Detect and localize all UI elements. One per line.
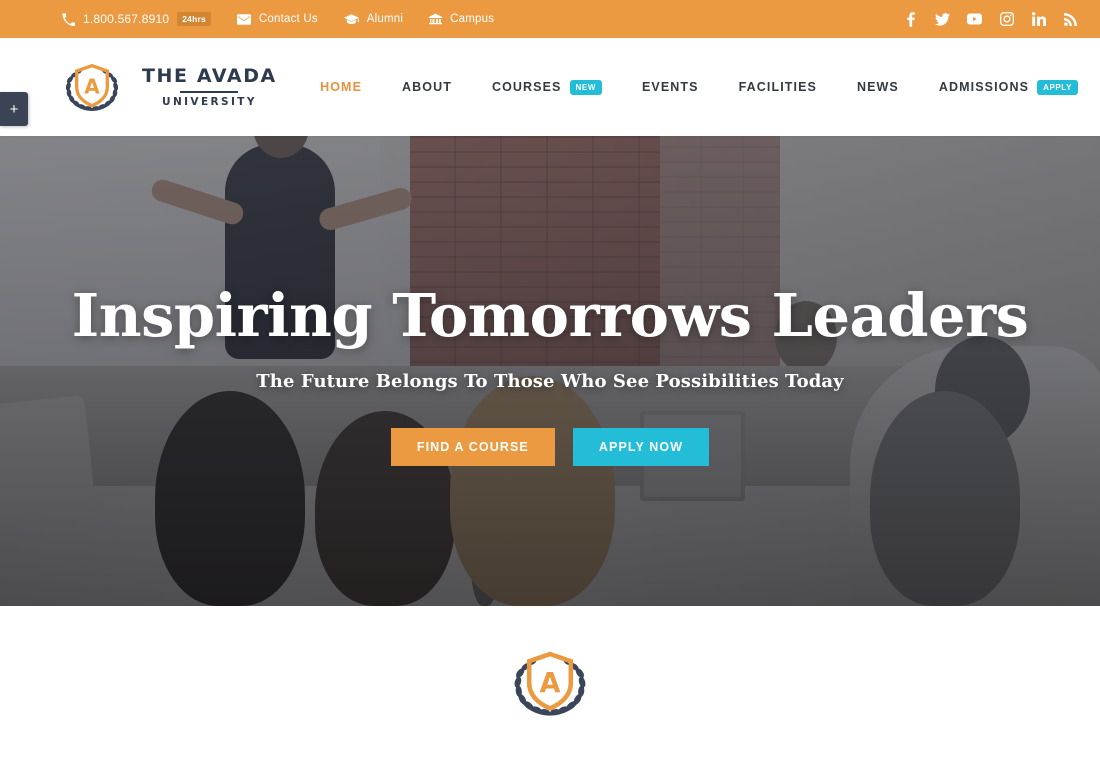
nav-label: FACILITIES	[738, 80, 817, 94]
nav-item-courses[interactable]: COURSES NEW	[491, 79, 602, 95]
side-panel-toggle[interactable]: +	[0, 92, 28, 126]
top-bar-contact-group: 1.800.567.8910 24hrs Contact Us Alumni C…	[62, 12, 520, 26]
top-bar-link-label: Contact Us	[258, 13, 318, 25]
logo-divider	[180, 91, 239, 93]
hero-title: Inspiring Tomorrows Leaders	[71, 281, 1029, 350]
site-header: A THE AVADA UNIVERSITY HOME ABOUT COURSE…	[0, 38, 1100, 136]
laurel-shield-a-logo-icon: A	[504, 645, 596, 721]
top-bar: 1.800.567.8910 24hrs Contact Us Alumni C…	[0, 0, 1100, 38]
phone-icon	[62, 12, 75, 26]
find-a-course-button[interactable]: FIND A COURSE	[390, 428, 555, 466]
top-bar-link-contact-us[interactable]: Contact Us	[236, 13, 318, 25]
nav-label: HOME	[320, 80, 363, 94]
nav-label: NEWS	[856, 80, 899, 94]
site-logo[interactable]: A THE AVADA UNIVERSITY	[58, 59, 277, 115]
top-bar-phone[interactable]: 1.800.567.8910 24hrs	[62, 12, 211, 26]
nav-item-news[interactable]: NEWS	[857, 80, 899, 94]
laurel-shield-a-logo-icon: A	[58, 59, 126, 115]
plus-icon: +	[9, 100, 19, 118]
logo-title: THE AVADA	[142, 65, 277, 88]
nav-label: ABOUT	[402, 80, 452, 94]
nav-item-events[interactable]: EVENTS	[642, 80, 699, 94]
social-links	[903, 11, 1078, 27]
graduation-cap-icon	[343, 13, 359, 25]
nav-label: EVENTS	[641, 80, 699, 94]
nav-label: ADMISSIONS	[938, 80, 1030, 94]
nav-item-about[interactable]: ABOUT	[402, 80, 452, 94]
svg-text:A: A	[540, 668, 561, 699]
facebook-icon[interactable]	[903, 11, 918, 27]
rss-icon[interactable]	[1063, 12, 1078, 27]
svg-text:A: A	[84, 75, 100, 99]
page-root: 1.800.567.8910 24hrs Contact Us Alumni C…	[0, 0, 1100, 770]
top-bar-link-alumni[interactable]: Alumni	[343, 13, 404, 25]
instagram-icon[interactable]	[999, 12, 1014, 27]
logo-subtitle: UNIVERSITY	[162, 95, 257, 108]
hero-section: Inspiring Tomorrows Leaders The Future B…	[0, 136, 1100, 606]
top-bar-link-campus[interactable]: Campus	[429, 13, 494, 26]
top-bar-link-label: Alumni	[366, 13, 404, 25]
nav-badge-new: NEW	[569, 79, 602, 95]
youtube-icon[interactable]	[967, 12, 982, 27]
nav-item-facilities[interactable]: FACILITIES	[739, 80, 817, 94]
main-navigation: HOME ABOUT COURSES NEW EVENTS FACILITIES…	[280, 79, 1078, 95]
below-hero-section: A	[0, 606, 1100, 770]
apply-now-button[interactable]: APPLY NOW	[572, 428, 710, 466]
logo-wordmark: THE AVADA UNIVERSITY	[142, 65, 277, 108]
hero-button-group: FIND A COURSE APPLY NOW	[390, 428, 710, 466]
nav-badge-apply: APPLY	[1037, 79, 1078, 95]
hero-content: Inspiring Tomorrows Leaders The Future B…	[0, 136, 1100, 606]
hero-subtitle: The Future Belongs To Those Who See Poss…	[256, 371, 844, 392]
nav-label: COURSES	[491, 80, 562, 94]
linkedin-icon[interactable]	[1031, 12, 1046, 27]
top-bar-link-label: Campus	[450, 13, 495, 25]
nav-item-home[interactable]: HOME	[320, 80, 362, 94]
envelope-icon	[236, 13, 251, 25]
phone-hours-badge: 24hrs	[177, 12, 211, 26]
nav-item-admissions[interactable]: ADMISSIONS APPLY	[938, 79, 1078, 95]
bank-icon	[429, 13, 443, 26]
phone-number: 1.800.567.8910	[83, 12, 170, 26]
twitter-icon[interactable]	[935, 12, 950, 27]
